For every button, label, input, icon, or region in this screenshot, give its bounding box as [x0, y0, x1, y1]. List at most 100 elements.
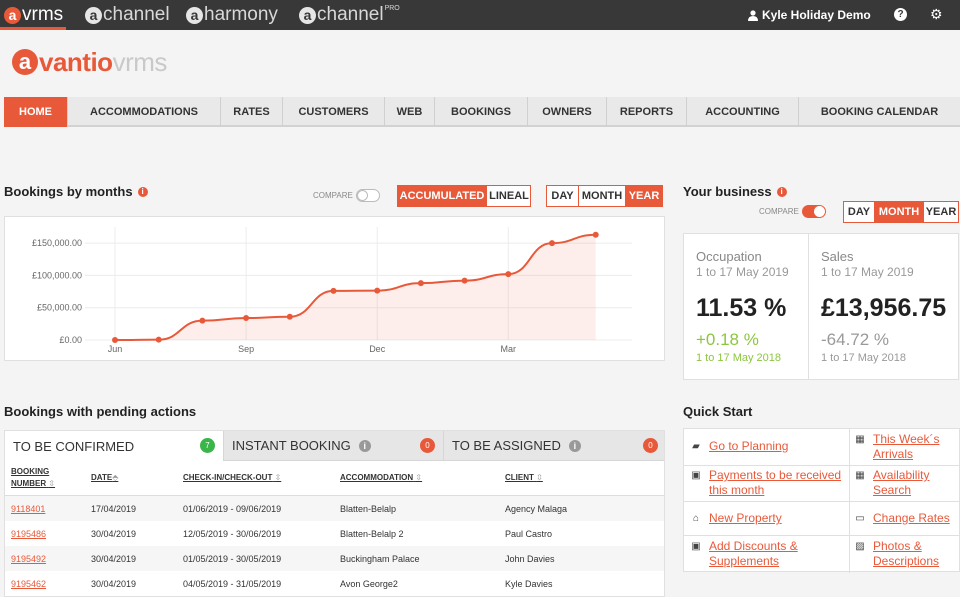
kpi-value: 11.53 % [696, 294, 787, 322]
qs-link[interactable]: Availability Search [873, 468, 929, 498]
business-period-toggle: DAY MONTH YEAR [843, 201, 959, 223]
tab-to-be-assigned[interactable]: TO BE ASSIGNED i 0 [444, 431, 664, 461]
tab-to-be-confirmed[interactable]: TO BE CONFIRMED 7 [5, 431, 224, 461]
nav-accounting[interactable]: ACCOUNTING [687, 97, 799, 127]
data-point [549, 240, 555, 247]
kpi-value: £13,956.75 [821, 294, 947, 322]
booking-date: 17/04/2019 [91, 504, 137, 514]
y-tick-label: £50,000.00 [37, 303, 82, 313]
chart-mode-toggle: ACCUMULATED LINEAL [397, 185, 531, 207]
active-app-indicator [0, 27, 66, 30]
col-accommodation[interactable]: ACCOMMODATION ⇳ [340, 472, 422, 484]
info-icon[interactable]: i [776, 186, 787, 197]
compare-switch[interactable] [801, 205, 826, 218]
lineal-button[interactable]: LINEAL [487, 186, 531, 206]
booking-accommodation: Avon George2 [340, 579, 398, 589]
qs-link-text: Payments to be received [709, 468, 842, 482]
avantio-logo[interactable]: a vantio vrms [12, 46, 167, 78]
booking-number-link[interactable]: 9195492 [11, 554, 46, 564]
nav-reports[interactable]: REPORTS [607, 97, 687, 127]
app-switch-harmony[interactable]: a harmony [186, 4, 278, 26]
month-button[interactable]: MONTH [579, 186, 626, 206]
qs-link-text: Availability [873, 468, 930, 482]
app-switch-vrms[interactable]: a vrms [4, 4, 63, 26]
qs-add-discounts[interactable]: ▣ Add Discounts & Supplements [690, 539, 798, 569]
booking-number-link[interactable]: 9195462 [11, 579, 46, 589]
month-button[interactable]: MONTH [875, 202, 924, 222]
nav-booking-calendar[interactable]: BOOKING CALENDAR [799, 97, 960, 127]
compare-label: COMPARE [313, 191, 353, 200]
year-button[interactable]: YEAR [626, 186, 662, 206]
nav-bookings[interactable]: BOOKINGS [435, 97, 528, 127]
booking-number-link[interactable]: 9195486 [11, 529, 46, 539]
col-checkin[interactable]: CHECK-IN/CHECK-OUT ⇳ [183, 472, 281, 484]
kpi-label: Sales [821, 249, 854, 264]
app-logo-icon: a [85, 6, 102, 24]
qs-link[interactable]: Go to Planning [709, 439, 788, 454]
qs-photos-descriptions[interactable]: ▨ Photos & Descriptions [854, 539, 939, 569]
logo-word: vantio [39, 46, 113, 77]
qs-link[interactable]: Photos & Descriptions [873, 539, 939, 569]
nav-web[interactable]: WEB [385, 97, 435, 127]
money-icon: ▣ [691, 470, 701, 481]
app-switch-channel[interactable]: a channel [85, 4, 170, 26]
qs-link[interactable]: Change Rates [873, 511, 950, 526]
qs-link[interactable]: New Property [709, 511, 782, 526]
compare-switch[interactable] [355, 189, 380, 202]
table-row[interactable]: 9195462 30/04/2019 04/05/2019 - 31/05/20… [5, 571, 664, 596]
table-row[interactable]: 9118401 17/04/2019 01/06/2019 - 09/06/20… [5, 496, 664, 521]
data-point [286, 313, 293, 320]
qs-payments-to-be-received[interactable]: ▣ Payments to be received this month [690, 468, 841, 498]
booking-number-link[interactable]: 9118401 [11, 504, 45, 514]
qs-link[interactable]: Add Discounts & Supplements [709, 539, 798, 569]
col-label: BOOKING [11, 467, 50, 476]
qs-link-text: This Week´s [873, 432, 940, 446]
table-row[interactable]: 9195486 30/04/2019 12/05/2019 - 30/06/20… [5, 521, 664, 546]
data-point [112, 337, 118, 343]
kpi-prev-period: 1 to 17 May 2018 [696, 352, 782, 364]
qs-this-weeks-arrivals[interactable]: ▦ This Week´s Arrivals [854, 432, 939, 462]
accumulated-button[interactable]: ACCUMULATED [398, 186, 487, 206]
info-icon[interactable]: i [137, 186, 148, 197]
qs-go-to-planning[interactable]: ▰ Go to Planning [690, 439, 788, 454]
year-button[interactable]: YEAR [924, 202, 958, 222]
booking-accommodation: Blatten-Belalp 2 [340, 529, 404, 539]
compare-toggle-chart[interactable]: COMPARE [313, 189, 380, 202]
calendar-icon: ▦ [855, 470, 865, 481]
count-badge: 7 [200, 438, 215, 453]
nav-accommodations[interactable]: ACCOMMODATIONS [68, 97, 221, 127]
nav-home[interactable]: HOME [4, 97, 68, 127]
gear-icon[interactable]: ⚙ [930, 6, 943, 23]
qs-link-text: Photos & [873, 539, 922, 553]
booking-checkin: 01/05/2019 - 30/05/2019 [183, 554, 282, 564]
qs-availability-search[interactable]: ▦ Availability Search [854, 468, 929, 498]
pending-tabs: TO BE CONFIRMED 7 INSTANT BOOKING i 0 TO … [5, 431, 664, 461]
logo-letter: a [12, 49, 38, 75]
info-icon[interactable]: i [358, 439, 371, 452]
app-name: vrms [22, 4, 64, 25]
col-booking-number[interactable]: BOOKING NUMBER ⇳ [11, 466, 55, 490]
nav-rates[interactable]: RATES [221, 97, 283, 127]
nav-customers[interactable]: CUSTOMERS [283, 97, 385, 127]
table-row[interactable]: 9195492 30/04/2019 01/05/2019 - 30/05/20… [5, 546, 664, 571]
info-icon[interactable]: i [568, 439, 581, 452]
app-logo-icon: a [299, 6, 316, 24]
day-button[interactable]: DAY [547, 186, 579, 206]
help-icon[interactable]: ? [894, 8, 907, 21]
nav-owners[interactable]: OWNERS [528, 97, 607, 127]
user-menu[interactable]: Kyle Holiday Demo [748, 8, 871, 22]
day-button[interactable]: DAY [844, 202, 875, 222]
col-client[interactable]: CLIENT ⇳ [505, 472, 543, 484]
pending-title-text: Bookings with pending actions [4, 404, 197, 419]
kpi-prev-period: 1 to 17 May 2018 [821, 352, 907, 364]
qs-link[interactable]: This Week´s Arrivals [873, 432, 939, 462]
qs-link-text: Supplements [709, 554, 780, 568]
app-switch-channel-pro[interactable]: a channel PRO [299, 4, 400, 26]
tab-instant-booking[interactable]: INSTANT BOOKING i 0 [224, 431, 444, 461]
tab-label: INSTANT BOOKING [232, 438, 351, 453]
col-date[interactable]: DATE⬘ [91, 472, 118, 484]
qs-link[interactable]: Payments to be received this month [709, 468, 841, 498]
qs-new-property[interactable]: ⌂ New Property [690, 511, 782, 526]
qs-change-rates[interactable]: ▭ Change Rates [854, 511, 950, 526]
compare-toggle-business[interactable]: COMPARE [759, 205, 826, 218]
